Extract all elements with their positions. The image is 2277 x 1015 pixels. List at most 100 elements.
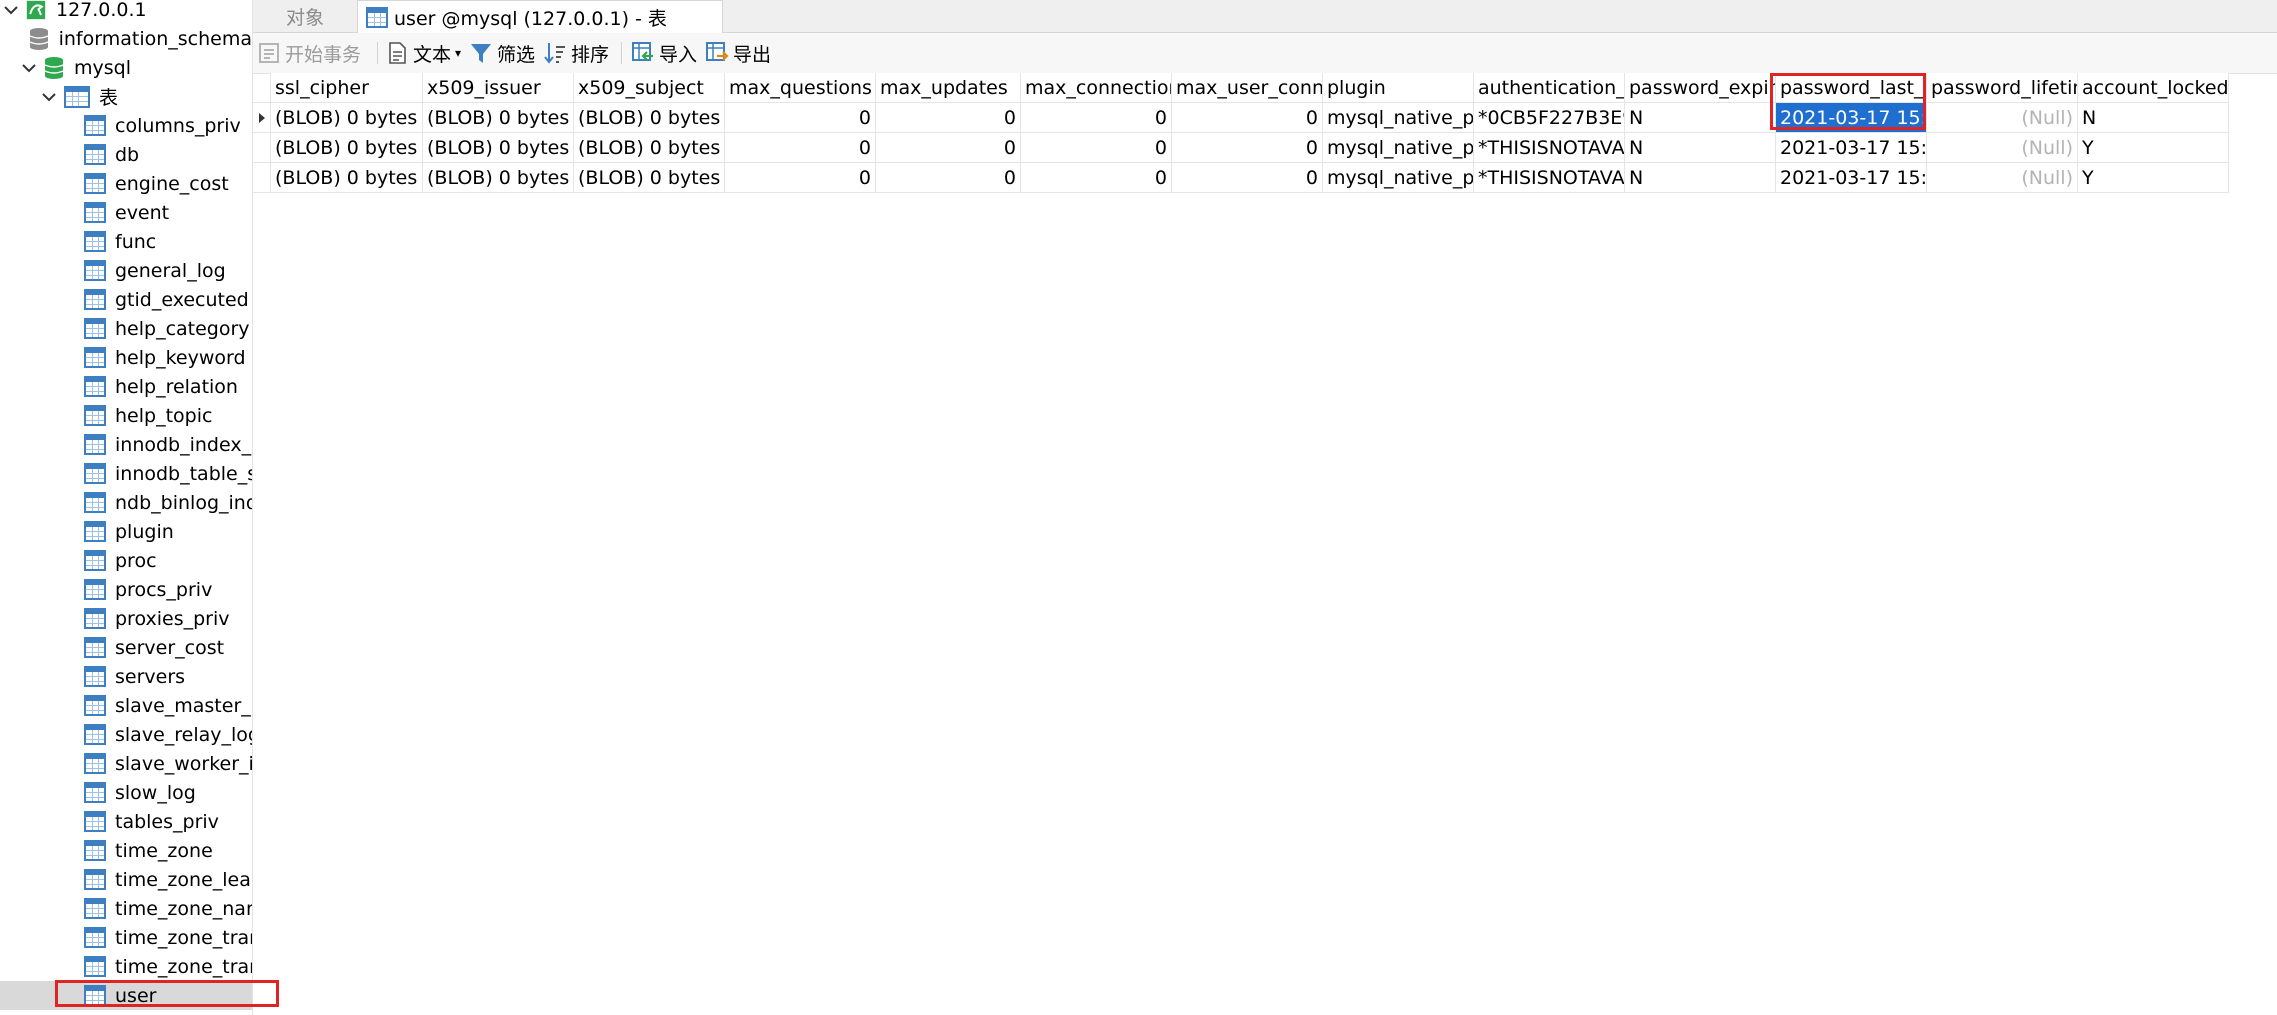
table-cell[interactable]: N [1625, 103, 1776, 133]
row-indicator[interactable] [253, 133, 271, 163]
tab-objects[interactable]: 对象 [253, 0, 357, 32]
column-header[interactable]: max_updates [876, 73, 1021, 103]
table-node[interactable]: proc [0, 546, 252, 575]
table-cell[interactable]: Y [2078, 163, 2229, 193]
table-cell[interactable]: (BLOB) 0 bytes [271, 103, 423, 133]
connection-node[interactable]: 127.0.0.1 [0, 0, 252, 24]
table-cell[interactable]: N [1625, 163, 1776, 193]
table-cell[interactable]: (BLOB) 0 bytes [423, 103, 574, 133]
chevron-down-icon[interactable] [2, 1, 20, 19]
import-button[interactable]: 导入 [631, 38, 697, 68]
table-cell[interactable]: 0 [1021, 103, 1172, 133]
table-cell[interactable]: 0 [876, 133, 1021, 163]
table-cell[interactable]: *THISISNOTAVAL [1474, 133, 1625, 163]
table-cell[interactable]: 2021-03-17 15:4 [1776, 163, 1927, 193]
sort-button[interactable]: 排序 [543, 38, 609, 68]
table-cell[interactable]: *0CB5F227B3E98 [1474, 103, 1625, 133]
table-cell[interactable]: N [1625, 133, 1776, 163]
column-header[interactable]: max_user_connec [1172, 73, 1323, 103]
schema-node-information-schema[interactable]: information_schema [0, 24, 252, 53]
column-header[interactable]: x509_subject [574, 73, 725, 103]
table-cell[interactable]: 0 [1021, 133, 1172, 163]
chevron-down-icon[interactable] [20, 59, 38, 77]
table-cell[interactable]: 0 [1172, 103, 1323, 133]
table-node[interactable]: slave_worker_inf [0, 749, 252, 778]
table-cell[interactable]: Y [2078, 133, 2229, 163]
row-indicator[interactable] [253, 73, 271, 103]
chevron-down-icon[interactable] [40, 88, 58, 106]
table-node[interactable]: event [0, 198, 252, 227]
table-cell[interactable]: mysql_native_pas [1323, 163, 1474, 193]
table-cell[interactable]: *THISISNOTAVAL [1474, 163, 1625, 193]
table-node[interactable]: gtid_executed [0, 285, 252, 314]
table-node[interactable]: slave_relay_log_ [0, 720, 252, 749]
table-cell[interactable]: 0 [725, 133, 876, 163]
table-node[interactable]: procs_priv [0, 575, 252, 604]
table-node[interactable]: help_keyword [0, 343, 252, 372]
table-node[interactable]: func [0, 227, 252, 256]
table-row[interactable]: (BLOB) 0 bytes (BLOB) 0 bytes (BLOB) 0 byt… [253, 133, 2229, 163]
table-node[interactable]: ndb_binlog_ind [0, 488, 252, 517]
table-node[interactable]: innodb_index_st [0, 430, 252, 459]
table-cell[interactable]: 0 [876, 163, 1021, 193]
row-indicator[interactable] [253, 103, 271, 133]
table-cell[interactable]: 0 [1021, 163, 1172, 193]
table-cell[interactable]: 0 [1172, 163, 1323, 193]
table-cell[interactable]: (Null) [1927, 133, 2078, 163]
table-node[interactable]: servers [0, 662, 252, 691]
export-button[interactable]: 导出 [705, 38, 771, 68]
table-node[interactable]: slave_master_inf [0, 691, 252, 720]
begin-transaction-button[interactable]: 开始事务 [257, 38, 361, 68]
row-indicator[interactable] [253, 163, 271, 193]
table-cell[interactable]: 2021-03-17 15:4 [1776, 103, 1927, 133]
table-cell[interactable]: (BLOB) 0 bytes [574, 133, 725, 163]
table-node[interactable]: user [0, 981, 252, 1010]
column-header[interactable]: password_expire [1625, 73, 1776, 103]
table-node[interactable]: general_log [0, 256, 252, 285]
schema-node-mysql[interactable]: mysql [0, 53, 252, 82]
table-cell[interactable]: 0 [1172, 133, 1323, 163]
tables-folder-node[interactable]: 表 [0, 82, 252, 111]
table-node[interactable]: time_zone_trans [0, 952, 252, 981]
table-cell[interactable]: (BLOB) 0 bytes [423, 163, 574, 193]
column-header[interactable]: authentication_st [1474, 73, 1625, 103]
filter-button[interactable]: 筛选 [469, 38, 535, 68]
text-button[interactable]: 文本 ▾ [385, 38, 461, 68]
table-node[interactable]: help_topic [0, 401, 252, 430]
table-node[interactable]: time_zone_trans [0, 923, 252, 952]
table-node[interactable]: proxies_priv [0, 604, 252, 633]
column-header[interactable]: account_locked [2078, 73, 2229, 103]
column-header[interactable]: ssl_cipher [271, 73, 423, 103]
table-cell[interactable]: (Null) [1927, 103, 2078, 133]
table-cell[interactable]: 0 [876, 103, 1021, 133]
column-header[interactable]: max_connections [1021, 73, 1172, 103]
table-row[interactable]: (BLOB) 0 bytes (BLOB) 0 bytes (BLOB) 0 byt… [253, 163, 2229, 193]
table-cell[interactable]: 0 [725, 103, 876, 133]
table-node[interactable]: time_zone_name [0, 894, 252, 923]
table-node[interactable]: db [0, 140, 252, 169]
table-cell[interactable]: N [2078, 103, 2229, 133]
table-node[interactable]: time_zone_leap_ [0, 865, 252, 894]
table-cell[interactable]: (BLOB) 0 bytes [574, 103, 725, 133]
table-node[interactable]: slow_log [0, 778, 252, 807]
table-cell[interactable]: (BLOB) 0 bytes [423, 133, 574, 163]
column-header[interactable]: password_lifetim [1927, 73, 2078, 103]
table-node[interactable]: time_zone [0, 836, 252, 865]
table-node[interactable]: plugin [0, 517, 252, 546]
column-header[interactable]: max_questions [725, 73, 876, 103]
table-cell[interactable]: 0 [725, 163, 876, 193]
column-header[interactable]: plugin [1323, 73, 1474, 103]
tab-user-table[interactable]: user @mysql (127.0.0.1) - 表 [357, 0, 723, 33]
table-row[interactable]: (BLOB) 0 bytes (BLOB) 0 bytes (BLOB) 0 byt… [253, 103, 2229, 133]
table-cell[interactable]: (BLOB) 0 bytes [574, 163, 725, 193]
grid-header-row[interactable]: ssl_cipher x509_issuer x509_subject max_que… [253, 73, 2229, 103]
column-header[interactable]: password_last_ch [1776, 73, 1927, 103]
table-node[interactable]: help_relation [0, 372, 252, 401]
table-node[interactable]: columns_priv [0, 111, 252, 140]
table-cell[interactable]: 2021-03-17 15:4 [1776, 133, 1927, 163]
table-cell[interactable]: (Null) [1927, 163, 2078, 193]
table-node[interactable]: engine_cost [0, 169, 252, 198]
dropdown-caret-icon[interactable]: ▾ [455, 46, 461, 60]
table-cell[interactable]: mysql_native_pas [1323, 133, 1474, 163]
table-node[interactable]: innodb_table_st [0, 459, 252, 488]
